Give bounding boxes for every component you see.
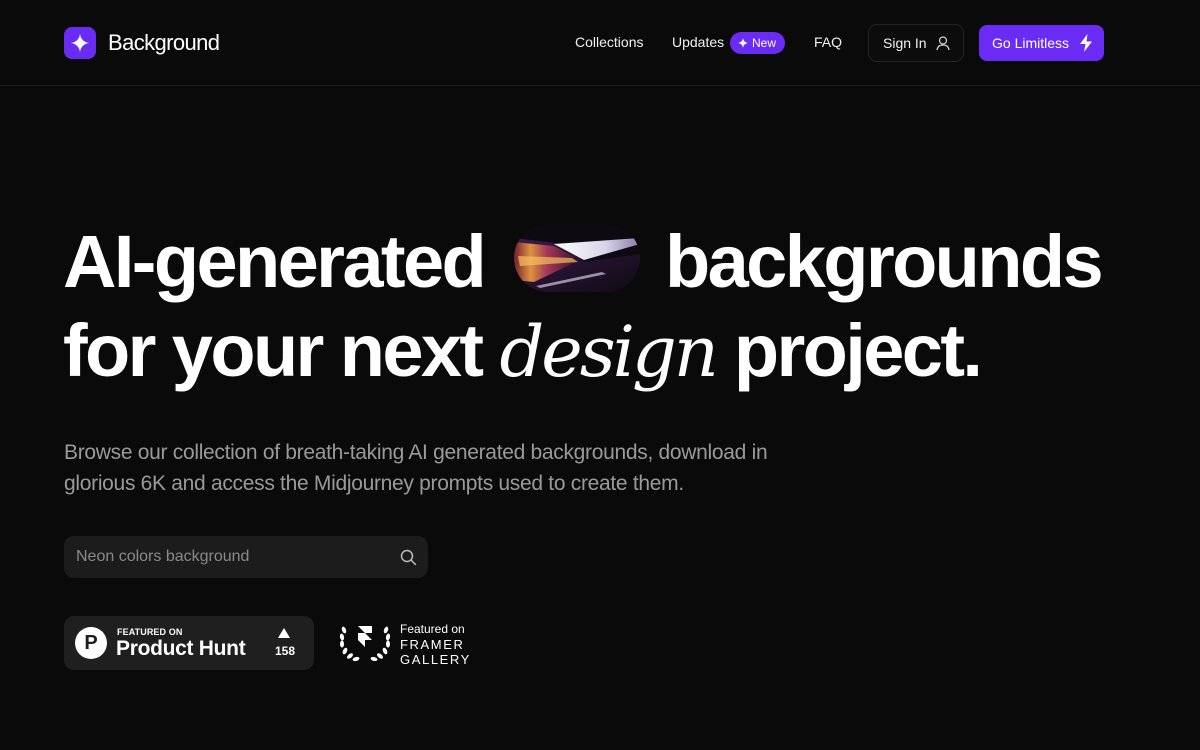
framer-gallery-title: FRAMER GALLERY [400, 637, 471, 667]
hero-line-1-start: AI-generated [63, 220, 487, 303]
lightning-icon [1080, 34, 1093, 52]
new-badge[interactable]: New [730, 32, 786, 54]
hero-line-2: for your next design project. [63, 314, 983, 388]
upvote-arrow-icon [278, 628, 290, 638]
go-limitless-button[interactable]: Go Limitless [979, 25, 1104, 61]
product-hunt-featured-label: FEATURED ON [117, 627, 183, 637]
top-nav: Background Collections Updates New FAQ S… [0, 0, 1200, 86]
nav-link-faq[interactable]: FAQ [814, 34, 842, 50]
hero-line-2-end: project. [733, 309, 983, 392]
laurel-framer-icon [339, 626, 391, 662]
new-badge-label: New [752, 36, 777, 50]
framer-featured-label: Featured on [400, 622, 465, 636]
hero-line-1-end: backgrounds [665, 220, 1104, 303]
brand-name: Background [108, 30, 220, 55]
product-hunt-title: Product Hunt [116, 637, 246, 660]
nav-link-collections[interactable]: Collections [575, 34, 643, 50]
hero-subtitle: Browse our collection of breath-taking A… [64, 441, 768, 495]
framer-title-line-2: GALLERY [400, 652, 471, 667]
sparkle-icon [64, 27, 96, 59]
framer-title-line-1: FRAMER [400, 637, 465, 652]
search-icon [400, 549, 416, 565]
go-limitless-label: Go Limitless [992, 35, 1070, 51]
search-bar [64, 536, 428, 578]
search-button[interactable] [388, 536, 428, 578]
search-input[interactable] [64, 536, 388, 578]
brand-logo[interactable]: Background [64, 27, 220, 59]
sign-in-button[interactable]: Sign In [868, 24, 964, 62]
hero-italic-word: design [499, 311, 718, 393]
product-hunt-badge[interactable]: P FEATURED ON Product Hunt 158 [64, 616, 314, 670]
upvote-count: 158 [274, 644, 296, 658]
user-icon [935, 36, 950, 51]
product-hunt-logo-icon: P [75, 627, 107, 659]
nav-link-updates[interactable]: Updates [672, 34, 724, 50]
sparkle-icon [738, 38, 748, 48]
hero-pill-image [514, 224, 640, 292]
sign-in-label: Sign In [883, 35, 927, 51]
hero-line-2-start: for your next [63, 309, 484, 392]
